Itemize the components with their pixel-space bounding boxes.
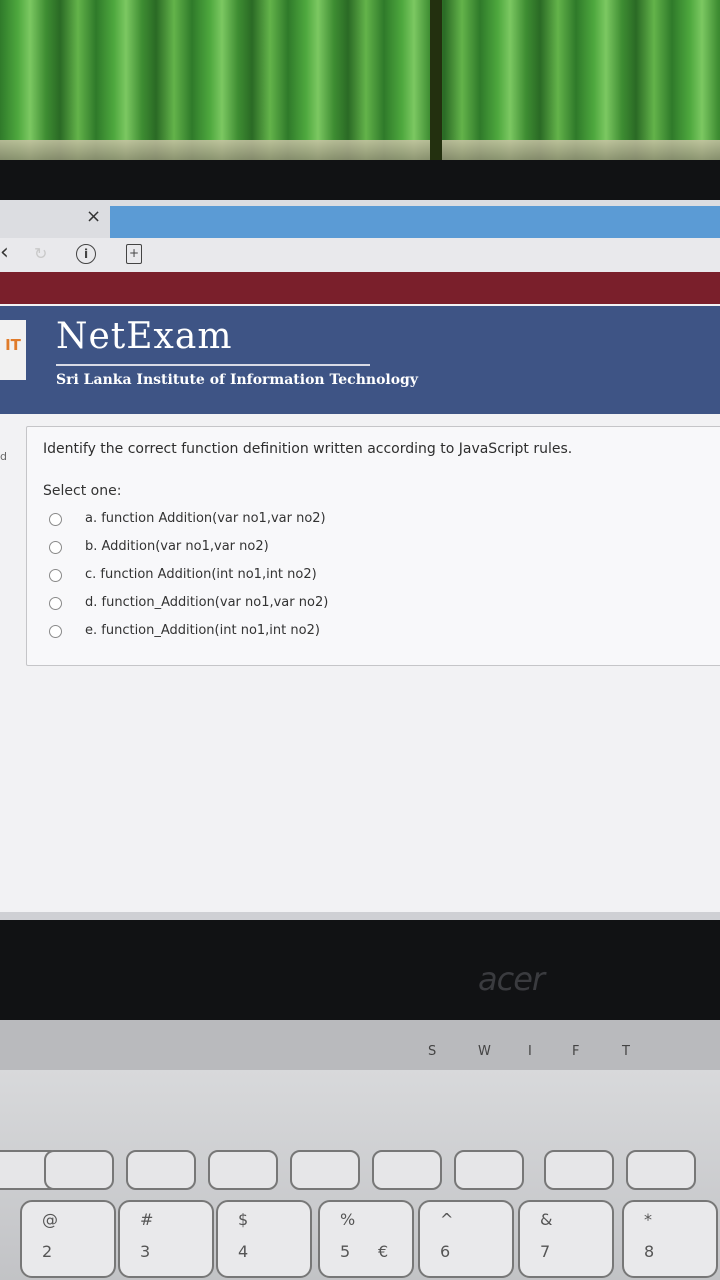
key-5[interactable]: % 5 € bbox=[318, 1200, 414, 1278]
side-marker: d bbox=[0, 450, 7, 463]
laptop-screen: × ‹ ↻ i + IT NetExam Sri Lanka Institute… bbox=[0, 200, 720, 920]
key-euro: € bbox=[378, 1242, 389, 1261]
screen-bottom-edge bbox=[0, 912, 720, 920]
laptop-brand-logo: acer bbox=[478, 960, 545, 998]
radio-button[interactable] bbox=[49, 513, 62, 526]
radio-button[interactable] bbox=[49, 569, 62, 582]
site-subtitle: Sri Lanka Institute of Information Techn… bbox=[56, 372, 418, 388]
option-label[interactable]: a. function Addition(var no1,var no2) bbox=[85, 511, 326, 526]
function-key[interactable] bbox=[126, 1150, 196, 1190]
option-label[interactable]: c. function Addition(int no1,int no2) bbox=[85, 567, 317, 582]
curtain-rod bbox=[430, 0, 442, 170]
background-curtain bbox=[0, 0, 720, 185]
radio-button[interactable] bbox=[49, 625, 62, 638]
option-label[interactable]: b. Addition(var no1,var no2) bbox=[85, 539, 269, 554]
logo-text: IT bbox=[5, 336, 21, 354]
hinge-label: F bbox=[572, 1044, 580, 1059]
title-divider bbox=[56, 364, 370, 366]
key-7[interactable]: & 7 bbox=[518, 1200, 614, 1278]
key-3[interactable]: # 3 bbox=[118, 1200, 214, 1278]
hinge-label: S bbox=[428, 1044, 437, 1059]
key-digit: 4 bbox=[238, 1242, 249, 1261]
key-symbol: # bbox=[140, 1210, 154, 1229]
site-header: IT NetExam Sri Lanka Institute of Inform… bbox=[0, 306, 720, 414]
site-title[interactable]: NetExam bbox=[56, 316, 232, 357]
key-digit: 3 bbox=[140, 1242, 151, 1261]
key-digit: 2 bbox=[42, 1242, 53, 1261]
key-4[interactable]: $ 4 bbox=[216, 1200, 312, 1278]
function-key[interactable] bbox=[290, 1150, 360, 1190]
function-key[interactable] bbox=[372, 1150, 442, 1190]
key-symbol: * bbox=[644, 1210, 652, 1229]
reload-icon[interactable]: ↻ bbox=[34, 244, 47, 263]
key-8[interactable]: * 8 bbox=[622, 1200, 718, 1278]
info-icon[interactable]: i bbox=[76, 244, 96, 264]
curtain-band bbox=[0, 140, 720, 162]
radio-button[interactable] bbox=[49, 541, 62, 554]
function-key[interactable] bbox=[44, 1150, 114, 1190]
key-6[interactable]: ^ 6 bbox=[418, 1200, 514, 1278]
function-key[interactable] bbox=[544, 1150, 614, 1190]
option-label[interactable]: d. function_Addition(var no1,var no2) bbox=[85, 595, 328, 610]
key-digit: 5 bbox=[340, 1242, 351, 1261]
key-digit: 6 bbox=[440, 1242, 451, 1261]
key-symbol: % bbox=[340, 1210, 356, 1229]
function-key[interactable] bbox=[454, 1150, 524, 1190]
browser-toolbar: ‹ ↻ i + bbox=[0, 238, 720, 273]
function-key[interactable] bbox=[208, 1150, 278, 1190]
radio-button[interactable] bbox=[49, 597, 62, 610]
site-top-strip bbox=[0, 272, 720, 304]
hinge-label: W bbox=[478, 1044, 491, 1059]
function-key[interactable] bbox=[626, 1150, 696, 1190]
close-tab-icon[interactable]: × bbox=[86, 206, 101, 227]
back-icon[interactable]: ‹ bbox=[0, 240, 9, 265]
browser-tab-bar: × bbox=[0, 200, 720, 238]
option-label[interactable]: e. function_Addition(int no1,int no2) bbox=[85, 623, 320, 638]
hinge-label: I bbox=[528, 1044, 532, 1059]
hinge-sticker-labels: S W I F T bbox=[0, 1044, 720, 1064]
key-digit: 7 bbox=[540, 1242, 551, 1261]
hinge-label: T bbox=[622, 1044, 630, 1059]
key-symbol: @ bbox=[42, 1210, 58, 1229]
browser-tab-active[interactable] bbox=[110, 206, 720, 238]
key-symbol: ^ bbox=[440, 1210, 454, 1229]
question-text: Identify the correct function definition… bbox=[43, 441, 573, 457]
question-card: Identify the correct function definition… bbox=[26, 426, 720, 666]
key-digit: 8 bbox=[644, 1242, 655, 1261]
key-symbol: $ bbox=[238, 1210, 249, 1229]
key-symbol: & bbox=[540, 1210, 553, 1229]
key-2[interactable]: @ 2 bbox=[20, 1200, 116, 1278]
select-one-label: Select one: bbox=[43, 483, 122, 499]
add-page-icon[interactable]: + bbox=[126, 244, 142, 264]
